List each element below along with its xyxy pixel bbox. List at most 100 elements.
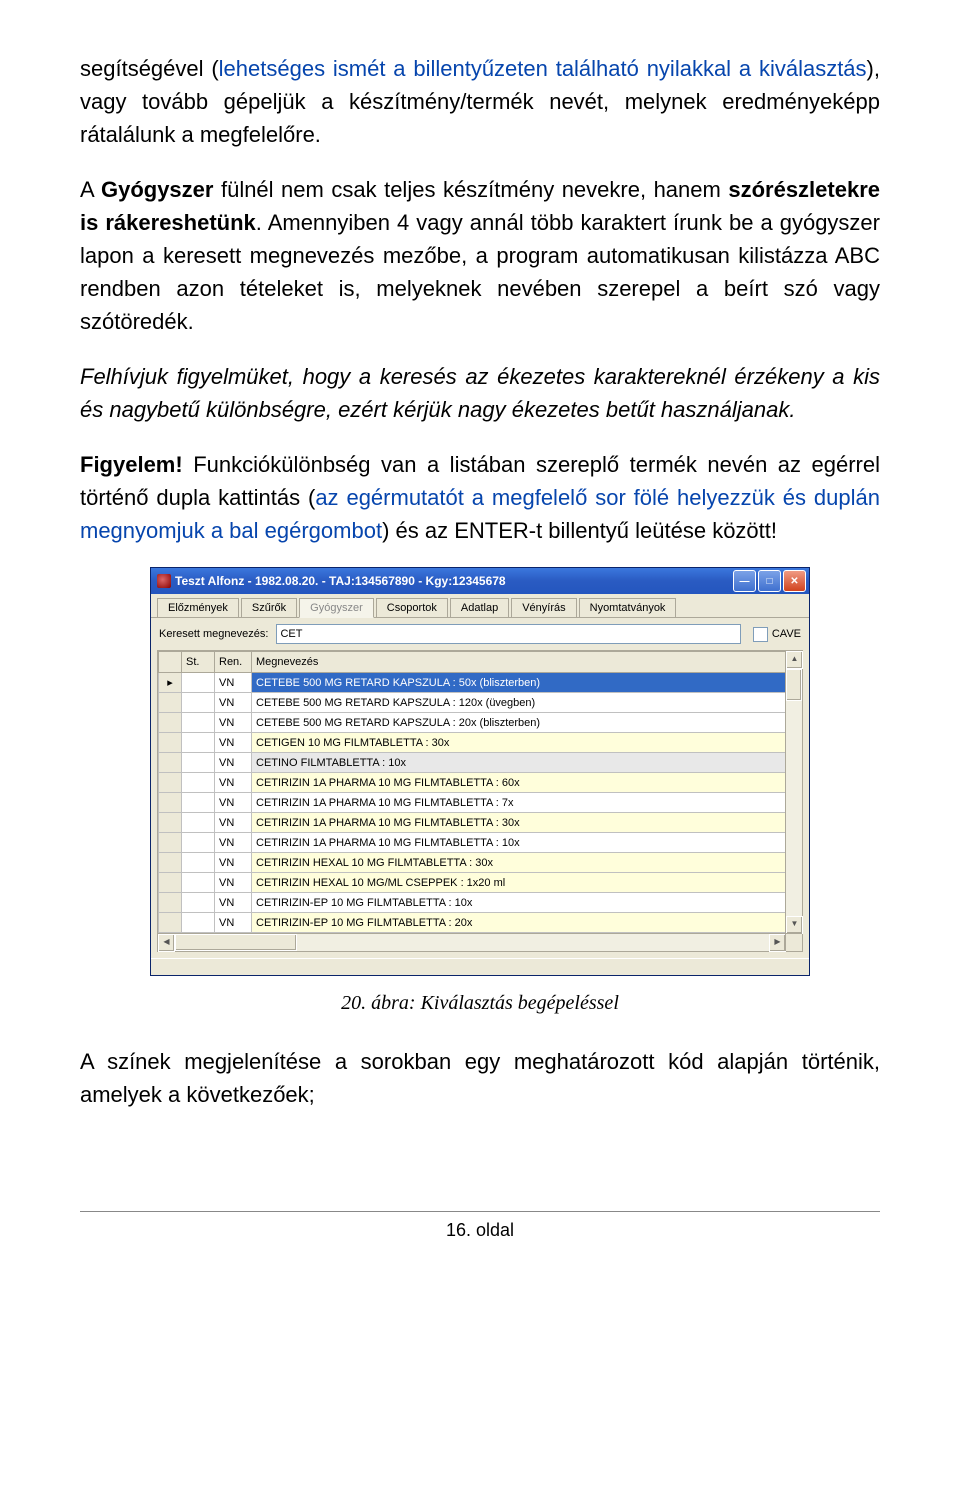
window-titlebar[interactable]: Teszt Alfonz - 1982.08.20. - TAJ:1345678… (151, 568, 809, 594)
scroll-up-icon[interactable]: ▲ (786, 651, 803, 669)
paragraph-2: A Gyógyszer fülnél nem csak teljes készí… (80, 173, 880, 338)
scroll-corner (785, 933, 802, 951)
scroll-right-icon[interactable]: ▶ (769, 934, 786, 952)
col-st[interactable]: St. (182, 652, 215, 673)
scroll-thumb[interactable] (786, 669, 802, 701)
tab-adatlap[interactable]: Adatlap (450, 598, 509, 617)
cell-ren: VN (215, 833, 252, 853)
cell-st (182, 813, 215, 833)
cell-ren: VN (215, 873, 252, 893)
text: fülnél nem csak teljes készítmény nevekr… (213, 177, 728, 202)
row-header-blank (159, 652, 182, 673)
table-row[interactable]: VNCETIRIZIN 1A PHARMA 10 MG FILMTABLETTA… (159, 773, 786, 793)
search-input[interactable] (276, 624, 740, 644)
cell-ren: VN (215, 893, 252, 913)
minimize-button[interactable]: — (733, 570, 756, 592)
paragraph-5: A színek megjelenítése a sorokban egy me… (80, 1045, 880, 1111)
grid: St. Ren. Megnevezés ▸VNCETEBE 500 MG RET… (157, 650, 803, 952)
table-row[interactable]: VNCETIRIZIN 1A PHARMA 10 MG FILMTABLETTA… (159, 833, 786, 853)
window-title: Teszt Alfonz - 1982.08.20. - TAJ:1345678… (175, 574, 733, 588)
table-row[interactable]: VNCETINO FILMTABLETTA : 10x (159, 753, 786, 773)
cell-name: CETIRIZIN HEXAL 10 MG FILMTABLETTA : 30x (252, 853, 786, 873)
table-row[interactable]: VNCETIGEN 10 MG FILMTABLETTA : 30x (159, 733, 786, 753)
cell-name: CETIRIZIN-EP 10 MG FILMTABLETTA : 20x (252, 913, 786, 933)
cell-name: CETIRIZIN 1A PHARMA 10 MG FILMTABLETTA :… (252, 813, 786, 833)
tab-nyomtatványok[interactable]: Nyomtatványok (579, 598, 677, 617)
cell-st (182, 893, 215, 913)
footer-divider (80, 1211, 880, 1212)
cell-ren: VN (215, 773, 252, 793)
col-name[interactable]: Megnevezés (252, 652, 786, 673)
table-row[interactable]: VNCETEBE 500 MG RETARD KAPSZULA : 20x (b… (159, 713, 786, 733)
vertical-scrollbar[interactable]: ▲ ▼ (785, 651, 802, 934)
table-row[interactable]: VNCETIRIZIN-EP 10 MG FILMTABLETTA : 20x (159, 913, 786, 933)
cell-st (182, 693, 215, 713)
search-label: Keresett megnevezés: (159, 628, 268, 640)
cave-checkbox[interactable] (753, 627, 768, 642)
hscroll-thumb[interactable] (175, 934, 297, 951)
cell-ren: VN (215, 813, 252, 833)
cell-ren: VN (215, 793, 252, 813)
row-marker (159, 893, 182, 913)
maximize-button[interactable]: □ (758, 570, 781, 592)
text: segítségével ( (80, 56, 219, 81)
row-marker (159, 733, 182, 753)
cell-st (182, 773, 215, 793)
tab-előzmények[interactable]: Előzmények (157, 598, 239, 617)
status-bar (151, 958, 809, 975)
minimize-icon: — (740, 576, 750, 587)
cell-name: CETIRIZIN 1A PHARMA 10 MG FILMTABLETTA :… (252, 773, 786, 793)
cell-name: CETIGEN 10 MG FILMTABLETTA : 30x (252, 733, 786, 753)
maximize-icon: □ (766, 576, 772, 587)
cell-st (182, 713, 215, 733)
hscroll-track[interactable] (175, 934, 769, 951)
cell-st (182, 853, 215, 873)
close-button[interactable]: ✕ (783, 570, 806, 592)
row-marker (159, 793, 182, 813)
row-marker (159, 693, 182, 713)
cell-name: CETEBE 500 MG RETARD KAPSZULA : 20x (bli… (252, 713, 786, 733)
cell-st (182, 873, 215, 893)
horizontal-scrollbar[interactable]: ◀ ▶ (158, 933, 786, 951)
row-marker: ▸ (159, 673, 182, 693)
table-row[interactable]: VNCETIRIZIN 1A PHARMA 10 MG FILMTABLETTA… (159, 813, 786, 833)
scroll-left-icon[interactable]: ◀ (158, 934, 175, 952)
cell-name: CETIRIZIN 1A PHARMA 10 MG FILMTABLETTA :… (252, 833, 786, 853)
table-row[interactable]: VNCETIRIZIN HEXAL 10 MG FILMTABLETTA : 3… (159, 853, 786, 873)
tab-szűrők[interactable]: Szűrők (241, 598, 297, 617)
cell-st (182, 673, 215, 693)
row-marker (159, 873, 182, 893)
scroll-track[interactable] (786, 701, 802, 916)
tab-csoportok[interactable]: Csoportok (376, 598, 448, 617)
figure-caption: 20. ábra: Kiválasztás begépeléssel (80, 992, 880, 1015)
table-row[interactable]: VNCETIRIZIN-EP 10 MG FILMTABLETTA : 10x (159, 893, 786, 913)
cell-ren: VN (215, 913, 252, 933)
close-icon: ✕ (790, 576, 798, 587)
row-marker (159, 913, 182, 933)
cell-name: CETIRIZIN 1A PHARMA 10 MG FILMTABLETTA :… (252, 793, 786, 813)
paragraph-3: Felhívjuk figyelmüket, hogy a keresés az… (80, 360, 880, 426)
table-row[interactable]: VNCETEBE 500 MG RETARD KAPSZULA : 120x (… (159, 693, 786, 713)
bold-text: Figyelem! (80, 452, 183, 477)
search-bar: Keresett megnevezés: CAVE (151, 618, 809, 650)
row-marker (159, 813, 182, 833)
cell-st (182, 833, 215, 853)
table-row[interactable]: ▸VNCETEBE 500 MG RETARD KAPSZULA : 50x (… (159, 673, 786, 693)
tab-gyógyszer[interactable]: Gyógyszer (299, 598, 374, 618)
table-row[interactable]: VNCETIRIZIN 1A PHARMA 10 MG FILMTABLETTA… (159, 793, 786, 813)
cave-label: CAVE (772, 628, 801, 640)
scroll-down-icon[interactable]: ▼ (786, 916, 803, 934)
cell-name: CETIRIZIN-EP 10 MG FILMTABLETTA : 10x (252, 893, 786, 913)
table-row[interactable]: VNCETIRIZIN HEXAL 10 MG/ML CSEPPEK : 1x2… (159, 873, 786, 893)
tab-vényírás[interactable]: Vényírás (511, 598, 576, 617)
screenshot-window: Teszt Alfonz - 1982.08.20. - TAJ:1345678… (150, 567, 810, 976)
cell-st (182, 913, 215, 933)
col-ren[interactable]: Ren. (215, 652, 252, 673)
text: A (80, 177, 101, 202)
row-marker (159, 853, 182, 873)
cell-ren: VN (215, 753, 252, 773)
row-marker (159, 773, 182, 793)
paragraph-1: segítségével (lehetséges ismét a billent… (80, 52, 880, 151)
link-text: lehetséges ismét a billentyűzeten találh… (219, 56, 867, 81)
cell-ren: VN (215, 733, 252, 753)
